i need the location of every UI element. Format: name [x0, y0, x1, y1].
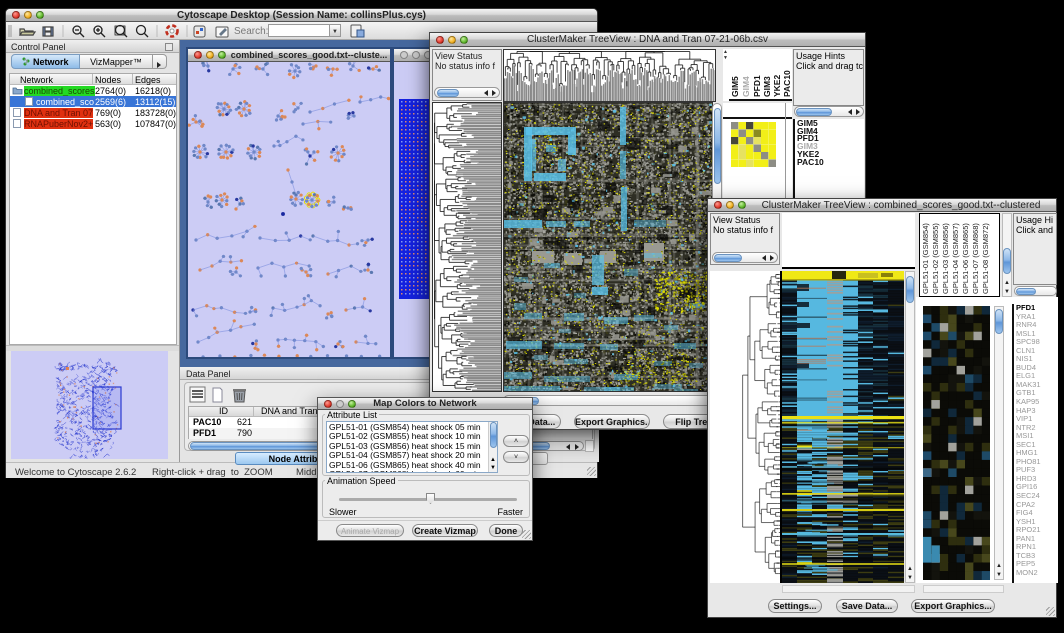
svg-text:GPL51-04 (GSM857): GPL51-04 (GSM857): [951, 223, 960, 294]
svg-text:GPL51-03 (GSM856): GPL51-03 (GSM856): [941, 223, 950, 294]
svg-text:YKE2: YKE2: [772, 75, 782, 97]
svg-text:GIM5: GIM5: [730, 76, 740, 97]
svg-text:GPL51-07 (GSM868): GPL51-07 (GSM868): [971, 223, 980, 294]
svg-text:GPL51-08 (GSM872): GPL51-08 (GSM872): [981, 223, 990, 294]
svg-text:PAC10: PAC10: [782, 70, 792, 97]
svg-text:PFD1: PFD1: [752, 75, 762, 97]
svg-text:GPL51-02 (GSM855): GPL51-02 (GSM855): [931, 223, 940, 294]
svg-text:GIM4: GIM4: [741, 76, 751, 97]
svg-text:GPL51-06 (GSM865): GPL51-06 (GSM865): [961, 223, 970, 294]
svg-text:GPL51-01 (GSM854): GPL51-01 (GSM854): [921, 223, 930, 294]
svg-text:GIM3: GIM3: [762, 76, 772, 97]
